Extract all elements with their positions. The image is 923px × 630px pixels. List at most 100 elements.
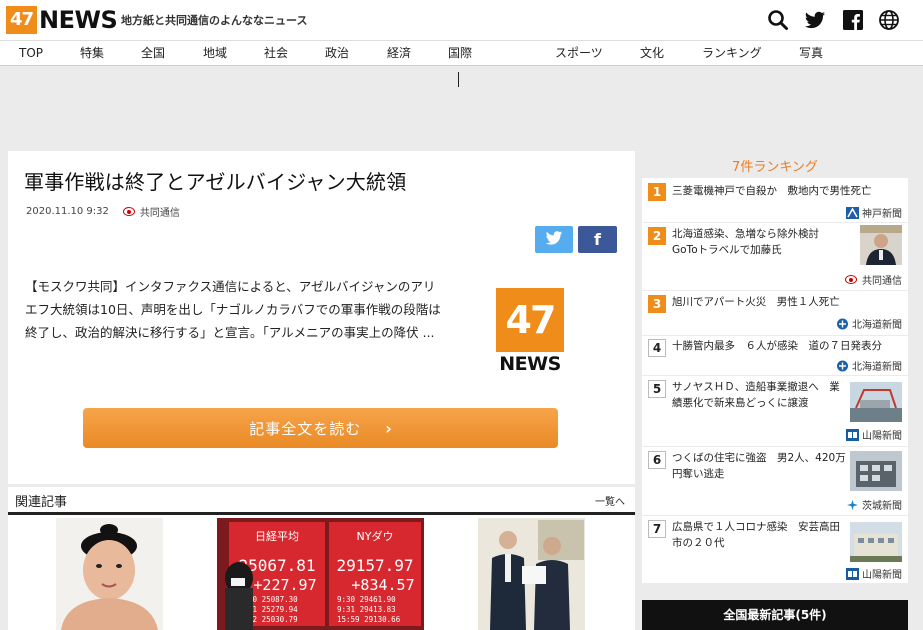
ranking-item-title: 十勝管内最多 ６人が感染 道の７日発表分 bbox=[672, 340, 882, 352]
sanyo-shimbun-logo-icon bbox=[846, 428, 859, 441]
article-thumbnail: 47 NEWS bbox=[496, 288, 564, 378]
article-source[interactable]: 共同通信 bbox=[122, 204, 180, 219]
related-thumb-sumo[interactable] bbox=[56, 518, 163, 630]
nav-item-region[interactable]: 地域 bbox=[203, 45, 227, 61]
hokkaido-shimbun-logo-icon bbox=[836, 318, 849, 330]
read-full-article-label: 記事全文を読む bbox=[249, 419, 362, 438]
kobe-shimbun-logo-icon bbox=[846, 206, 859, 219]
chevron-right-icon: › bbox=[385, 418, 392, 438]
article-card: 軍事作戦は終了とアゼルバイジャン大統領 2020.11.10 9:32 共同通信… bbox=[8, 151, 635, 484]
ranking-item[interactable]: 5 サノヤスＨＤ、造船事業撤退へ 業績悪化で新来島どっくに譲渡 山陽新聞 bbox=[642, 376, 908, 446]
article-summary: 【モスクワ共同】インタファクス通信によると、アゼルバイジャンのアリエフ大統領は1… bbox=[25, 279, 441, 340]
stock-left-change: +227.97 bbox=[253, 576, 316, 594]
article-title: 軍事作戦は終了とアゼルバイジャン大統領 bbox=[24, 170, 407, 194]
ranking-number: 2 bbox=[648, 227, 666, 245]
ranking-item-title: 旭川でアパート火災 男性１人死亡 bbox=[672, 296, 840, 308]
kyodo-logo-icon bbox=[122, 207, 135, 216]
thumbnail-logo-badge: 47 bbox=[496, 288, 564, 352]
nav-item-world[interactable]: 国際 bbox=[448, 45, 472, 61]
sanyo-shimbun-logo-icon bbox=[846, 567, 859, 580]
article-meta: 2020.11.10 9:32 共同通信 bbox=[26, 204, 180, 219]
nav-item-society[interactable]: 社会 bbox=[264, 45, 288, 61]
nav-item-national[interactable]: 全国 bbox=[141, 45, 165, 61]
ranking-item-title: 三菱電機神戸で自殺か 敷地内で男性死亡 bbox=[672, 185, 872, 197]
ranking-item[interactable]: 3 旭川でアパート火災 男性１人死亡 北海道新聞 bbox=[642, 291, 908, 335]
meeting-photo-image bbox=[478, 518, 585, 630]
nav-item-feature[interactable]: 特集 bbox=[80, 45, 104, 61]
ranking-item-title: 広島県で１人コロナ感染 安芸高田市の２０代 bbox=[672, 521, 840, 549]
ranking-item-source-label: 山陽新聞 bbox=[862, 570, 902, 581]
stock-left-label: 日経平均 bbox=[255, 530, 299, 543]
related-articles-strip: 日経平均 NYダウ 25067.81 29157.97 +227.97 +834… bbox=[8, 515, 635, 630]
share-facebook-button[interactable]: f bbox=[578, 226, 617, 253]
sumo-portrait-image bbox=[56, 518, 163, 630]
stock-right-label: NYダウ bbox=[357, 529, 394, 543]
latest-articles-bar[interactable]: 全国最新記事(5件) bbox=[642, 600, 908, 630]
stock-right-value: 29157.97 bbox=[336, 556, 413, 575]
ranking-item-source-label: 茨城新聞 bbox=[862, 501, 902, 512]
ranking-number: 3 bbox=[648, 295, 666, 313]
related-thumb-stock-board[interactable]: 日経平均 NYダウ 25067.81 29157.97 +227.97 +834… bbox=[217, 518, 424, 630]
ranking-item-title: 北海道感染、急増なら除外検討 GoToトラベルで加藤氏 bbox=[672, 228, 830, 256]
ranking-item-source: 茨城新聞 bbox=[846, 497, 902, 512]
nav-item-culture[interactable]: 文化 bbox=[640, 45, 664, 61]
read-full-article-button[interactable]: 記事全文を読む › bbox=[83, 408, 558, 448]
globe-icon[interactable] bbox=[878, 9, 900, 31]
ranking-number: 6 bbox=[648, 451, 666, 469]
nav-item-top[interactable]: TOP bbox=[19, 45, 43, 61]
search-icon[interactable] bbox=[767, 9, 789, 31]
ranking-item[interactable]: 6 つくばの住宅に強盗 男2人、420万円奪い逃走 茨城新聞 bbox=[642, 447, 908, 515]
facebook-icon[interactable] bbox=[842, 9, 864, 31]
ranking-number: 4 bbox=[648, 339, 666, 357]
stock-right-row: 9:31 29413.83 bbox=[337, 605, 396, 614]
ranking-item[interactable]: 7 広島県で１人コロナ感染 安芸高田市の２０代 山陽新聞 bbox=[642, 516, 908, 583]
ranking-item-thumbnail bbox=[850, 382, 902, 422]
site-header: 47 NEWS 地方紙と共同通信のよんななニュース bbox=[0, 0, 923, 40]
related-articles-more-link[interactable]: 一覧へ bbox=[595, 493, 625, 508]
ranking-item-title: つくばの住宅に強盗 男2人、420万円奪い逃走 bbox=[672, 452, 846, 480]
kyodo-logo-icon bbox=[845, 275, 857, 284]
share-twitter-button[interactable] bbox=[535, 226, 573, 253]
ranking-item-source: 神戸新聞 bbox=[846, 205, 902, 220]
ranking-item-thumbnail bbox=[850, 522, 902, 562]
text-cursor bbox=[458, 72, 459, 87]
nav-item-sports[interactable]: スポーツ bbox=[555, 45, 603, 61]
ranking-item-source-label: 北海道新聞 bbox=[852, 320, 902, 331]
ranking-item-source-label: 山陽新聞 bbox=[862, 431, 902, 442]
ranking-item[interactable]: 1 三菱電機神戸で自殺か 敷地内で男性死亡 神戸新聞 bbox=[642, 178, 908, 222]
twitter-bird-icon bbox=[545, 230, 563, 250]
ranking-item-source: 共同通信 bbox=[845, 272, 902, 287]
ranking-item-source: 山陽新聞 bbox=[846, 566, 902, 581]
stock-right-row: 9:30 29461.90 bbox=[337, 595, 396, 604]
ibaraki-shimbun-logo-icon bbox=[846, 499, 859, 511]
nav-item-politics[interactable]: 政治 bbox=[325, 45, 349, 61]
article-source-label: 共同通信 bbox=[139, 208, 180, 219]
logo-word: NEWS bbox=[39, 6, 118, 34]
stock-right-row: 15:59 29130.66 bbox=[337, 615, 401, 624]
ranking-item-thumbnail bbox=[850, 451, 902, 491]
ranking-number: 5 bbox=[648, 380, 666, 398]
article-date: 2020.11.10 9:32 bbox=[26, 206, 109, 217]
thumbnail-logo-word: NEWS bbox=[499, 353, 561, 375]
related-thumb-meeting[interactable] bbox=[478, 518, 585, 630]
nav-item-photo[interactable]: 写真 bbox=[799, 45, 823, 61]
ranking-number: 7 bbox=[648, 520, 666, 538]
stock-right-change: +834.57 bbox=[351, 576, 414, 594]
ranking-number: 1 bbox=[648, 183, 666, 201]
twitter-icon[interactable] bbox=[804, 9, 826, 31]
nav-item-economy[interactable]: 経済 bbox=[387, 45, 411, 61]
ranking-item[interactable]: 2 北海道感染、急増なら除外検討 GoToトラベルで加藤氏 共同通信 bbox=[642, 223, 908, 290]
ranking-item[interactable]: 4 十勝管内最多 ６人が感染 道の７日発表分 北海道新聞 bbox=[642, 336, 908, 375]
nav-item-ranking[interactable]: ランキング bbox=[702, 45, 762, 61]
ranking-item-source: 北海道新聞 bbox=[836, 358, 902, 373]
ranking-item-source-label: 共同通信 bbox=[862, 276, 902, 287]
ranking-title: 7件ランキング bbox=[732, 160, 818, 175]
related-articles-header: 関連記事 一覧へ bbox=[8, 487, 635, 515]
related-articles-title: 関連記事 bbox=[15, 495, 68, 510]
ranking-item-thumbnail bbox=[860, 225, 902, 265]
logo-badge: 47 bbox=[6, 6, 37, 34]
site-logo[interactable]: 47 NEWS bbox=[6, 6, 118, 34]
ranking-item-title: サノヤスＨＤ、造船事業撤退へ 業績悪化で新来島どっくに譲渡 bbox=[672, 381, 840, 409]
site-tagline: 地方紙と共同通信のよんななニュース bbox=[121, 14, 308, 27]
facebook-f-icon: f bbox=[594, 230, 601, 249]
